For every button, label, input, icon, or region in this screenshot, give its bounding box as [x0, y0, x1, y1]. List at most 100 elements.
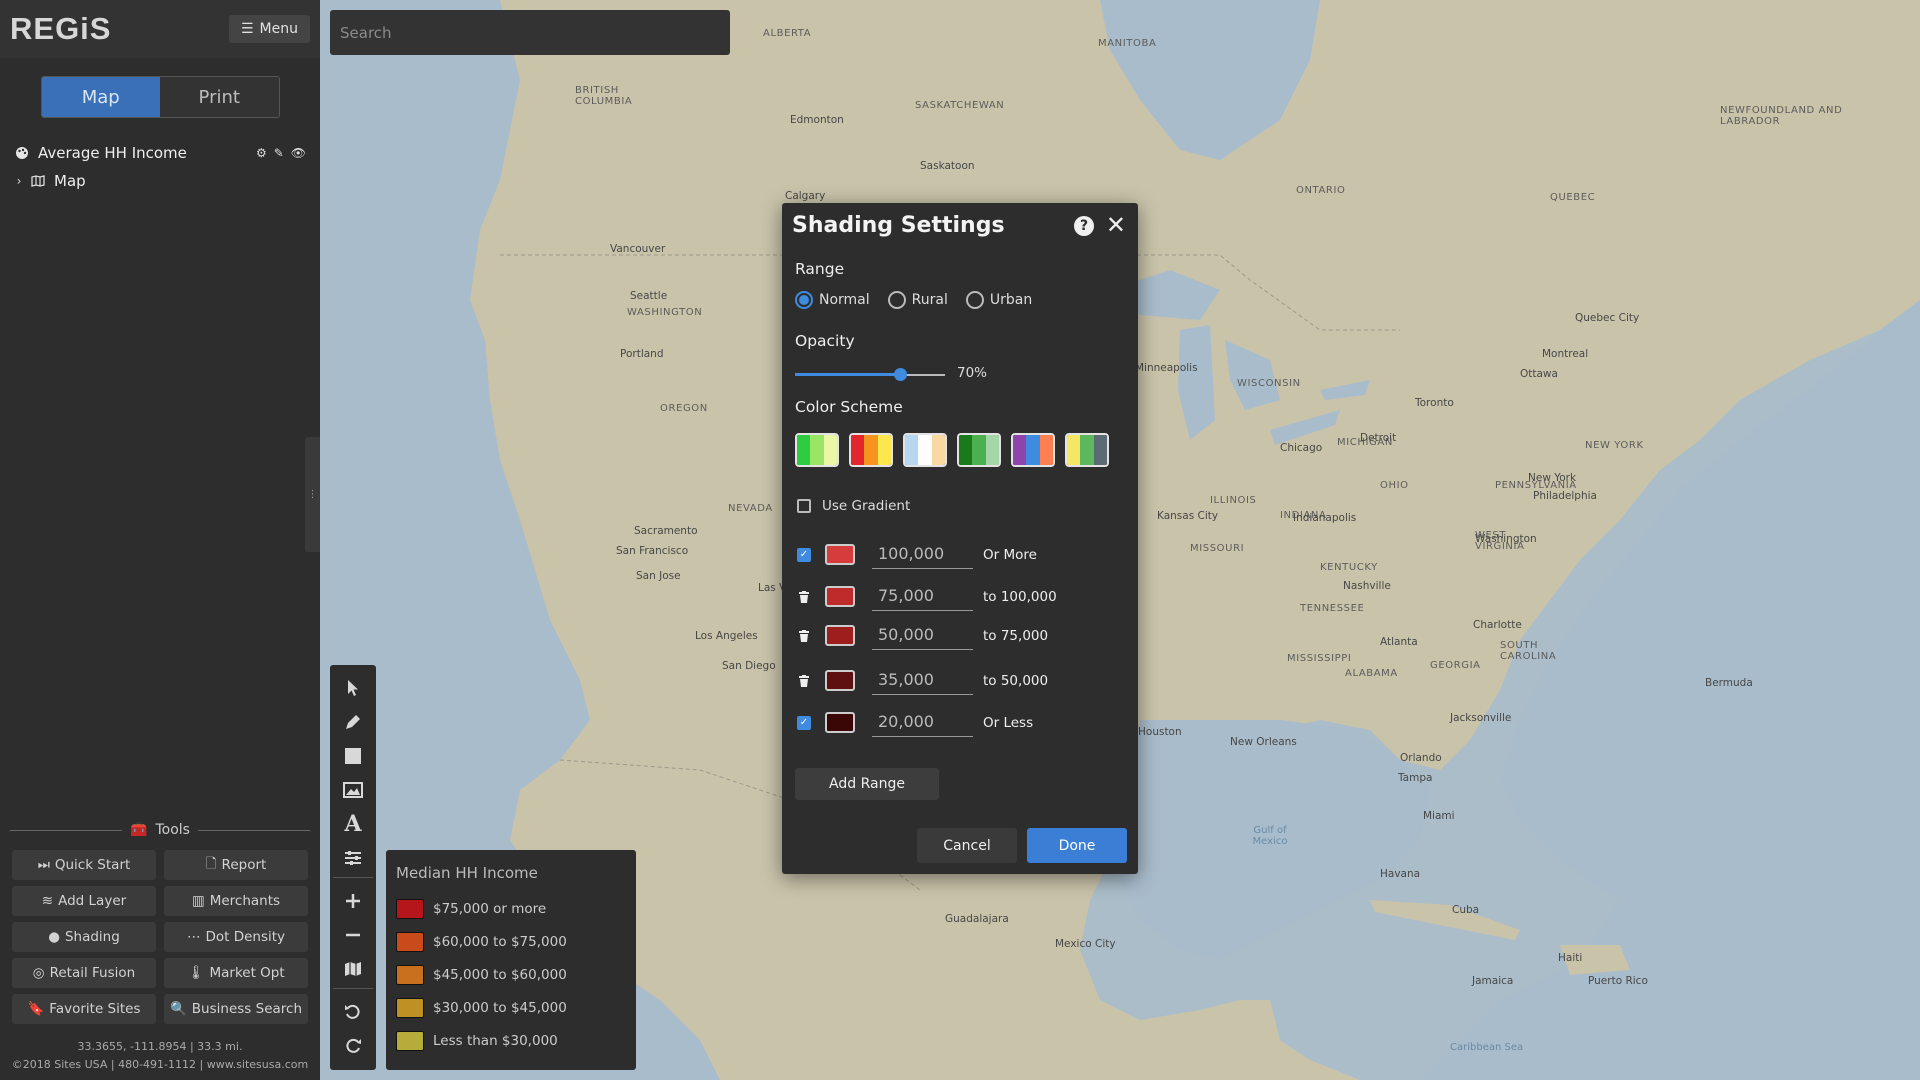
pointer-tool[interactable] [336, 671, 370, 705]
map-label-city: San Francisco [616, 545, 689, 557]
undo-button[interactable] [336, 995, 370, 1029]
brush-icon[interactable]: ✎ [274, 146, 284, 160]
quick-start-button[interactable]: ⏭ Quick Start [12, 850, 156, 880]
done-button[interactable]: Done [1027, 828, 1127, 863]
range-color-swatch[interactable] [825, 544, 855, 565]
trash-icon[interactable] [795, 629, 813, 642]
legend-label: $30,000 to $45,000 [433, 999, 567, 1016]
adjust-tool[interactable] [336, 841, 370, 875]
add-layer-button[interactable]: ≋ Add Layer [12, 886, 156, 916]
dot-density-button[interactable]: ⋯ Dot Density [164, 922, 308, 952]
radio-circle [795, 291, 813, 309]
map-label-city: Montreal [1542, 348, 1589, 360]
palette-icon: ● [48, 929, 60, 945]
layer-item-average-hh-income[interactable]: Average HH Income ⚙ ✎ 👁 [0, 144, 320, 162]
tools-title: Tools [155, 822, 190, 838]
map-label-city: Los Angeles [695, 630, 758, 642]
radio-normal[interactable]: Normal [795, 291, 870, 309]
redo-button[interactable] [336, 1029, 370, 1063]
zoom-out-button[interactable] [336, 918, 370, 952]
color-scheme-option[interactable] [1065, 433, 1109, 467]
eye-icon[interactable]: 👁 [291, 146, 306, 160]
range-enabled-checkbox[interactable]: ✓ [795, 547, 813, 562]
map-label-city: San Jose [636, 570, 681, 582]
report-button[interactable]: 🗋 Report [164, 850, 308, 880]
legend-label: $45,000 to $60,000 [433, 966, 567, 983]
use-gradient-checkbox[interactable] [797, 499, 811, 513]
range-value-input[interactable]: 75,000 [872, 582, 973, 611]
map-label-region: TENNESSEE [1300, 603, 1365, 614]
range-row: 35,000 to 50,000 [795, 666, 1048, 695]
radio-urban[interactable]: Urban [965, 291, 1032, 309]
use-gradient-row[interactable]: Use Gradient [797, 498, 910, 514]
chevron-right-icon[interactable]: › [14, 174, 24, 188]
menu-button[interactable]: ☰ Menu [228, 15, 310, 43]
color-scheme-option[interactable] [1011, 433, 1055, 467]
tool-label: Quick Start [54, 857, 131, 873]
map-label-city: New York [1528, 472, 1577, 484]
layer-item-map[interactable]: › Map [0, 172, 320, 190]
tab-print[interactable]: Print [160, 77, 279, 117]
scheme-stripe [823, 435, 837, 465]
map-label-region: ALBERTA [763, 28, 812, 39]
range-color-swatch[interactable] [825, 586, 855, 607]
tool-label: Report [221, 857, 267, 873]
range-color-swatch[interactable] [825, 670, 855, 691]
sidebar-resize-handle[interactable]: ⋮ [305, 437, 320, 552]
add-range-button[interactable]: Add Range [795, 768, 939, 800]
favorite-sites-button[interactable]: 🔖 Favorite Sites [12, 994, 156, 1024]
range-enabled-checkbox[interactable]: ✓ [795, 715, 813, 730]
rectangle-tool[interactable] [336, 739, 370, 773]
search-input[interactable]: Search [330, 10, 730, 55]
scheme-stripe [797, 435, 811, 465]
legend-item: $75,000 or more [396, 892, 626, 925]
legend-item: $45,000 to $60,000 [396, 958, 626, 991]
layers-icon: ≋ [41, 893, 54, 909]
map-label-city: Mexico City [1055, 938, 1116, 950]
map-icon [30, 175, 46, 187]
slider-thumb[interactable] [894, 368, 907, 381]
retail-fusion-button[interactable]: ◎ Retail Fusion [12, 958, 156, 988]
close-icon[interactable]: ✕ [1106, 213, 1126, 237]
gear-icon[interactable]: ⚙ [256, 146, 267, 160]
question-icon[interactable]: ? [1074, 216, 1094, 236]
layer-label: Average HH Income [38, 144, 187, 162]
hamburger-icon: ☰ [240, 21, 254, 37]
business-search-button[interactable]: 🔍 Business Search [164, 994, 308, 1024]
map-label-city: Haiti [1558, 952, 1583, 964]
color-scheme-option[interactable] [795, 433, 839, 467]
image-icon [343, 782, 363, 798]
trash-icon[interactable] [795, 674, 813, 687]
bookmark-icon: 🔖 [27, 1001, 45, 1017]
zoom-in-button[interactable] [336, 884, 370, 918]
map-label-region: ILLINOIS [1210, 495, 1257, 506]
range-value-input[interactable]: 20,000 [872, 708, 973, 737]
basemap-button[interactable] [336, 952, 370, 986]
range-color-swatch[interactable] [825, 625, 855, 646]
range-suffix: Or Less [983, 714, 1034, 731]
text-tool[interactable]: A [336, 807, 370, 841]
range-value-input[interactable]: 100,000 [872, 540, 973, 569]
tab-map[interactable]: Map [41, 77, 160, 117]
radio-rural[interactable]: Rural [887, 291, 948, 309]
image-tool[interactable] [336, 773, 370, 807]
cancel-button[interactable]: Cancel [917, 828, 1017, 863]
range-value-input[interactable]: 50,000 [872, 621, 973, 650]
building-icon: ▥ [191, 893, 205, 909]
color-scheme-option[interactable] [849, 433, 893, 467]
scheme-stripe [985, 435, 999, 465]
range-color-swatch[interactable] [825, 712, 855, 733]
map-label-city: Orlando [1400, 752, 1442, 764]
color-scheme-option[interactable] [957, 433, 1001, 467]
map-label-city: Houston [1138, 726, 1182, 738]
merchants-button[interactable]: ▥ Merchants [164, 886, 308, 916]
trash-icon[interactable] [795, 590, 813, 603]
color-scheme-label: Color Scheme [795, 398, 903, 416]
opacity-slider[interactable] [795, 366, 945, 384]
market-opt-button[interactable]: 🌡 Market Opt [164, 958, 308, 988]
range-value-input[interactable]: 35,000 [872, 666, 973, 695]
color-scheme-option[interactable] [903, 433, 947, 467]
text-icon: A [344, 811, 362, 837]
draw-tool[interactable] [336, 705, 370, 739]
shading-button[interactable]: ● Shading [12, 922, 156, 952]
